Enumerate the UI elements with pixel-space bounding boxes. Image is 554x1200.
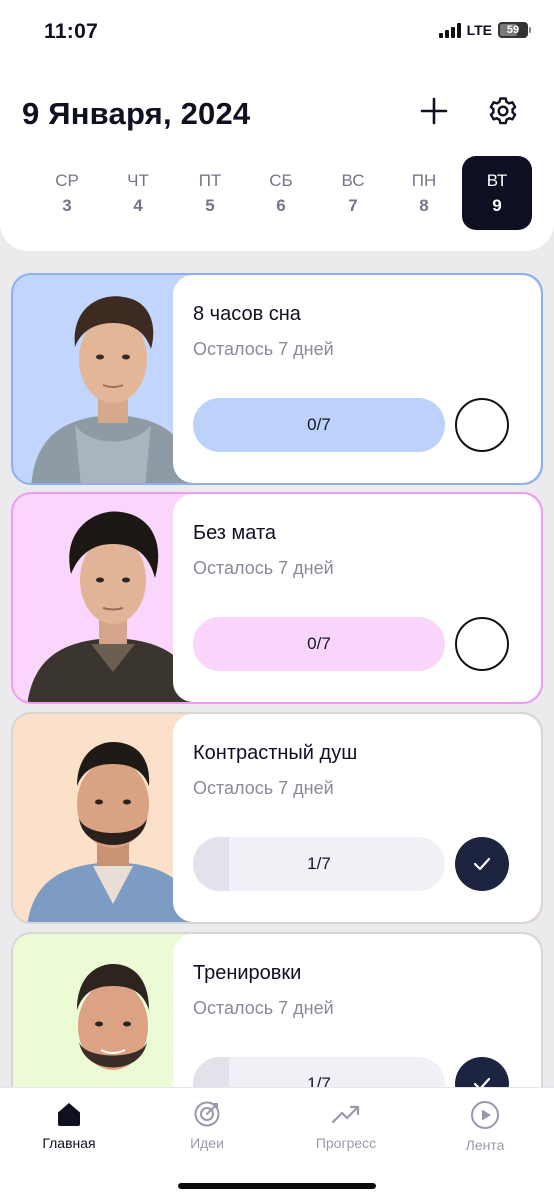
progress-label: 1/7: [307, 854, 331, 873]
day-number: 6: [276, 195, 286, 215]
progress-bar[interactable]: 0/7: [193, 398, 445, 452]
day-mon[interactable]: ПН 8: [389, 156, 459, 230]
tab-label: Прогресс: [315, 1135, 377, 1151]
status-time: 11:07: [44, 20, 99, 43]
status-bar: 11:07 LTE 59: [0, 0, 554, 66]
battery-icon: 59: [498, 22, 531, 38]
day-name: ВТ: [486, 170, 508, 190]
add-button[interactable]: [414, 91, 454, 131]
complete-toggle[interactable]: [455, 617, 509, 671]
signal-icon: [438, 22, 461, 38]
habit-card-no-swearing[interactable]: Без мата Осталось 7 дней 0/7: [11, 492, 543, 704]
habit-panel: 8 часов сна Осталось 7 дней 0/7: [173, 275, 541, 483]
habit-title: Тренировки: [193, 962, 302, 984]
habit-panel: Контрастный душ Осталось 7 дней 1/7: [173, 714, 541, 922]
day-name: ВС: [341, 170, 365, 190]
habit-days-left: Осталось 7 дней: [193, 998, 334, 1018]
tab-ideas[interactable]: Идеи: [152, 1100, 262, 1151]
day-sat[interactable]: СБ 6: [246, 156, 316, 230]
day-tue-selected[interactable]: ВТ 9: [462, 156, 532, 230]
day-number: 9: [492, 195, 502, 215]
tab-label: Идеи: [190, 1135, 224, 1151]
page-title: 9 Января, 2024: [22, 96, 251, 131]
day-name: ЧТ: [127, 170, 149, 190]
habit-title: Без мата: [193, 522, 277, 544]
target-icon: [194, 1101, 220, 1127]
settings-button[interactable]: [483, 91, 523, 131]
checkmark-icon: [473, 857, 491, 871]
tab-progress[interactable]: Прогресс: [291, 1100, 401, 1151]
plus-icon: [420, 97, 448, 125]
habit-days-left: Осталось 7 дней: [193, 778, 334, 798]
trend-chart-icon: [331, 1105, 360, 1124]
tab-home[interactable]: Главная: [14, 1100, 124, 1151]
habit-days-left: Осталось 7 дней: [193, 339, 334, 359]
day-number: 3: [62, 195, 72, 215]
status-indicators: LTE 59: [438, 22, 531, 38]
day-number: 5: [205, 195, 215, 215]
habit-days-left: Осталось 7 дней: [193, 558, 334, 578]
habit-card-sleep[interactable]: 8 часов сна Осталось 7 дней 0/7: [11, 273, 543, 485]
day-fri[interactable]: ПТ 5: [175, 156, 245, 230]
tab-label: Главная: [42, 1135, 96, 1151]
network-label: LTE: [466, 22, 492, 38]
day-name: ПТ: [198, 170, 222, 190]
home-icon: [58, 1103, 80, 1126]
day-thu[interactable]: ЧТ 4: [103, 156, 173, 230]
day-number: 7: [348, 195, 358, 215]
day-number: 8: [419, 195, 429, 215]
tab-label: Лента: [465, 1137, 505, 1153]
habit-card-cold-shower[interactable]: Контрастный душ Осталось 7 дней 1/7: [11, 712, 543, 924]
play-icon: [471, 1101, 499, 1129]
progress-bar[interactable]: 1/7: [193, 837, 445, 891]
battery-level: 59: [506, 24, 520, 36]
day-wed[interactable]: СР 3: [32, 156, 102, 230]
gear-icon: [489, 97, 517, 125]
day-name: СР: [55, 170, 79, 190]
complete-toggle[interactable]: [455, 837, 509, 891]
day-sun[interactable]: ВС 7: [318, 156, 388, 230]
day-name: ПН: [411, 170, 437, 190]
header: 11:07 LTE 59 9 Января, 2024 СР 3 ЧТ 4 ПТ…: [0, 0, 554, 251]
day-name: СБ: [269, 170, 293, 190]
week-selector: СР 3 ЧТ 4 ПТ 5 СБ 6 ВС 7 ПН 8 ВТ 9: [32, 156, 532, 230]
day-number: 4: [133, 195, 143, 215]
tab-feed[interactable]: Лента: [430, 1100, 540, 1153]
complete-toggle[interactable]: [455, 398, 509, 452]
home-indicator: [178, 1183, 376, 1189]
progress-label: 0/7: [307, 634, 331, 653]
habit-panel: Без мата Осталось 7 дней 0/7: [173, 494, 541, 702]
progress-label: 0/7: [307, 415, 331, 434]
progress-bar[interactable]: 0/7: [193, 617, 445, 671]
habit-title: 8 часов сна: [193, 303, 301, 325]
habit-title: Контрастный душ: [193, 742, 358, 764]
